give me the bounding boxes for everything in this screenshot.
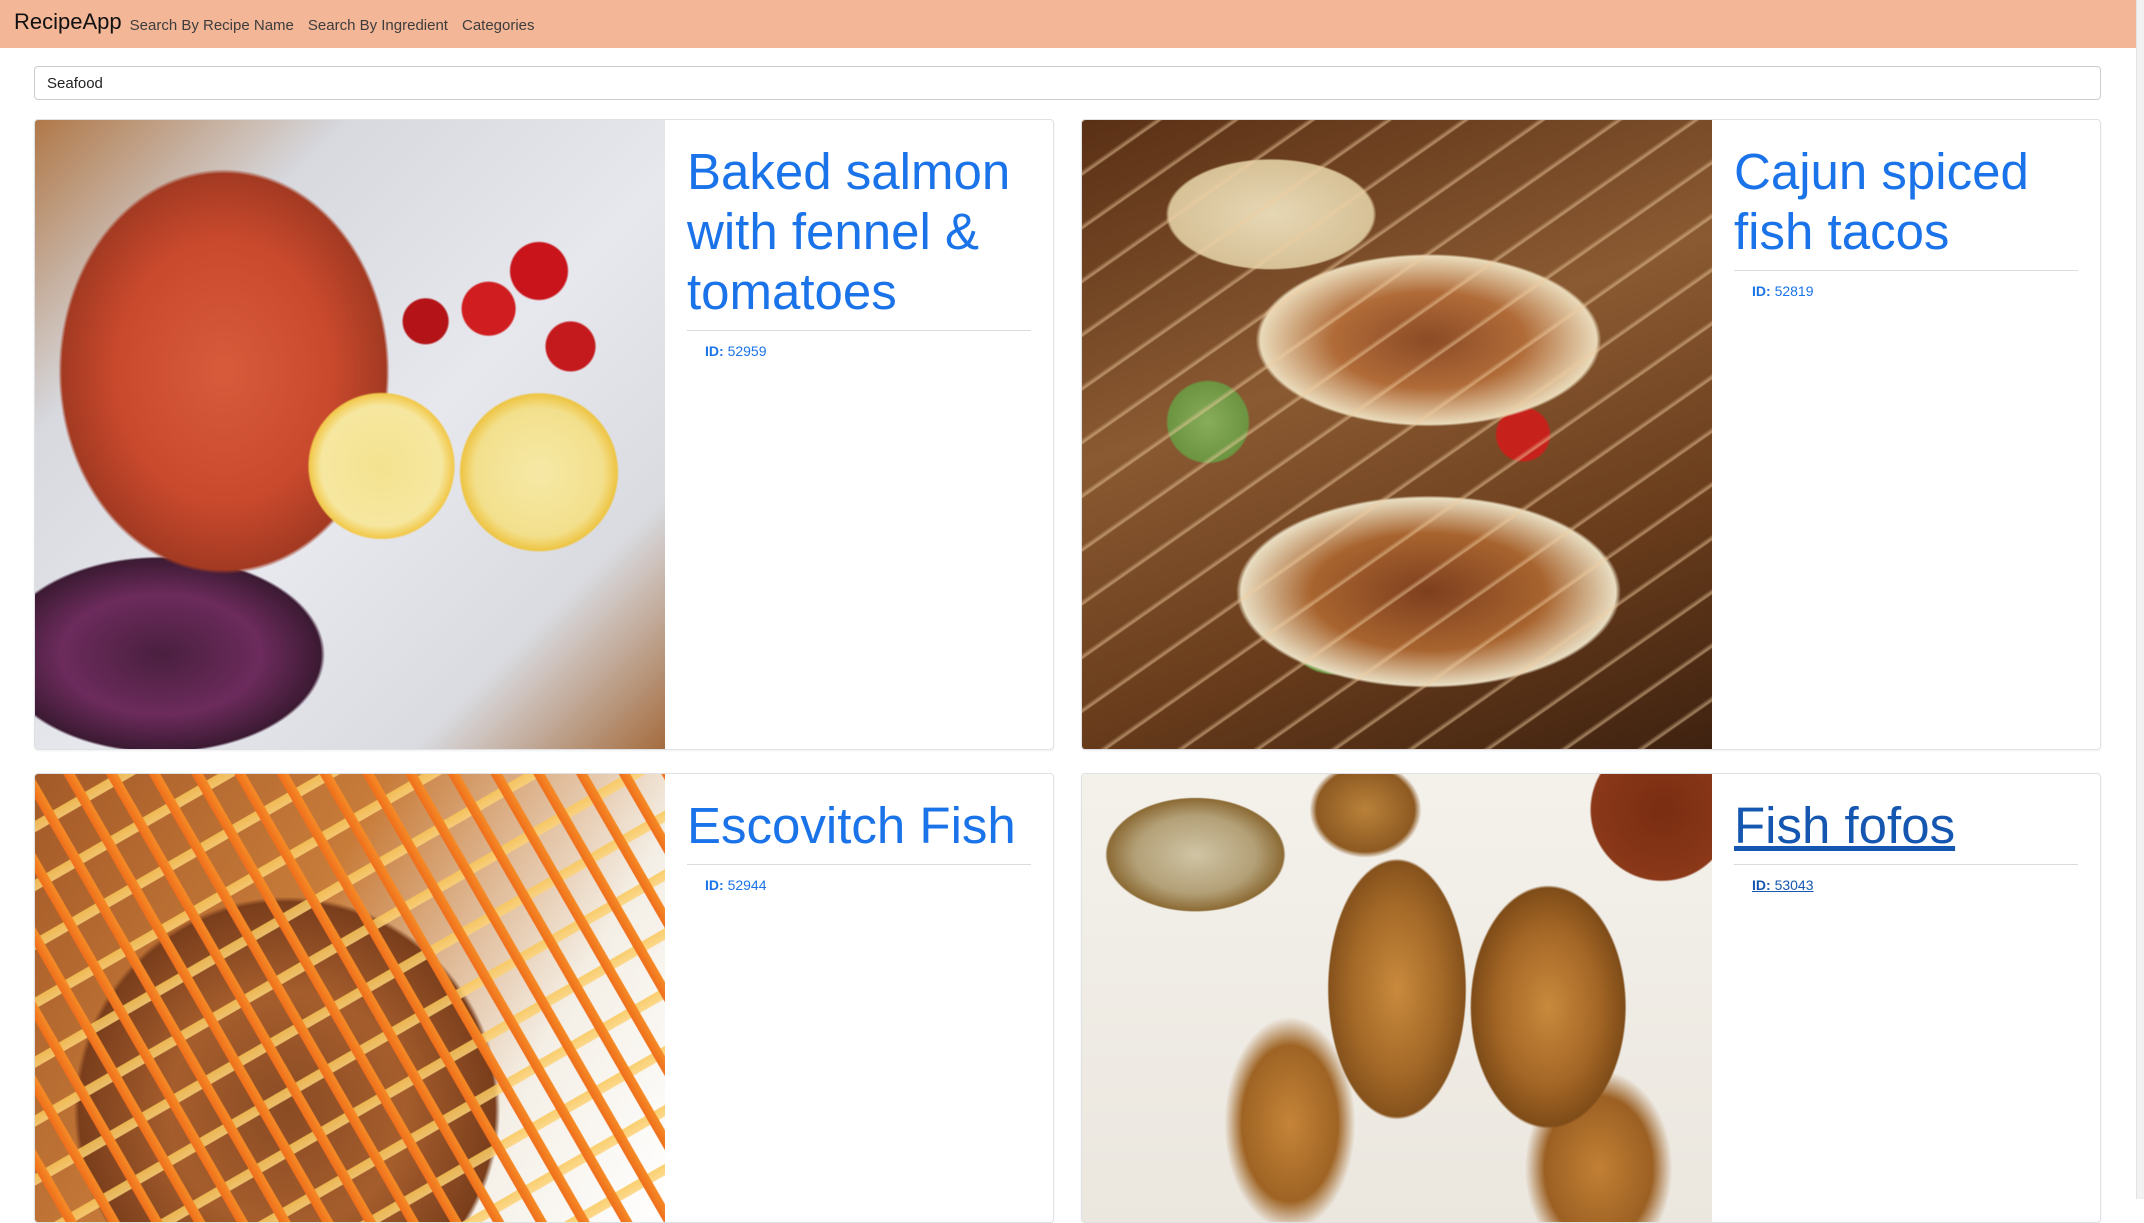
recipe-card[interactable]: Baked salmon with fennel & tomatoes ID: … <box>34 119 1054 750</box>
id-label: ID: <box>1752 877 1771 893</box>
nav-search-by-recipe-name[interactable]: Search By Recipe Name <box>130 17 294 34</box>
recipe-id[interactable]: ID: 53043 <box>1752 877 2078 893</box>
id-label: ID: <box>705 877 724 893</box>
id-label: ID: <box>1752 283 1771 299</box>
recipe-card[interactable]: Cajun spiced fish tacos ID: 52819 <box>1081 119 2101 750</box>
id-value: 53043 <box>1774 877 1814 893</box>
card-body: Fish fofos ID: 53043 <box>1712 774 2100 893</box>
recipe-image[interactable] <box>1082 774 1712 1222</box>
id-value: 52944 <box>727 877 767 893</box>
nav-search-by-ingredient[interactable]: Search By Ingredient <box>308 17 448 34</box>
recipe-id[interactable]: ID: 52959 <box>705 343 1031 359</box>
brand-link[interactable]: RecipeApp <box>14 9 122 35</box>
page-scrollbar[interactable] <box>2136 0 2144 1199</box>
id-value: 52959 <box>727 343 767 359</box>
recipe-title[interactable]: Baked salmon with fennel & tomatoes <box>687 142 1031 331</box>
recipe-title[interactable]: Escovitch Fish <box>687 796 1031 865</box>
recipe-image[interactable] <box>35 120 665 749</box>
card-body: Escovitch Fish ID: 52944 <box>665 774 1053 893</box>
search-input[interactable] <box>34 66 2101 100</box>
recipe-id[interactable]: ID: 52819 <box>1752 283 2078 299</box>
recipe-image[interactable] <box>35 774 665 1222</box>
card-body: Cajun spiced fish tacos ID: 52819 <box>1712 120 2100 299</box>
recipe-card[interactable]: Escovitch Fish ID: 52944 <box>34 773 1054 1223</box>
recipe-id[interactable]: ID: 52944 <box>705 877 1031 893</box>
id-value: 52819 <box>1774 283 1814 299</box>
recipe-card[interactable]: Fish fofos ID: 53043 <box>1081 773 2101 1223</box>
card-body: Baked salmon with fennel & tomatoes ID: … <box>665 120 1053 359</box>
recipe-title[interactable]: Fish fofos <box>1734 796 2078 865</box>
id-label: ID: <box>705 343 724 359</box>
nav-categories[interactable]: Categories <box>462 17 535 34</box>
navbar: RecipeApp Search By Recipe Name Search B… <box>0 0 2136 48</box>
recipe-image[interactable] <box>1082 120 1712 749</box>
recipe-title[interactable]: Cajun spiced fish tacos <box>1734 142 2078 271</box>
